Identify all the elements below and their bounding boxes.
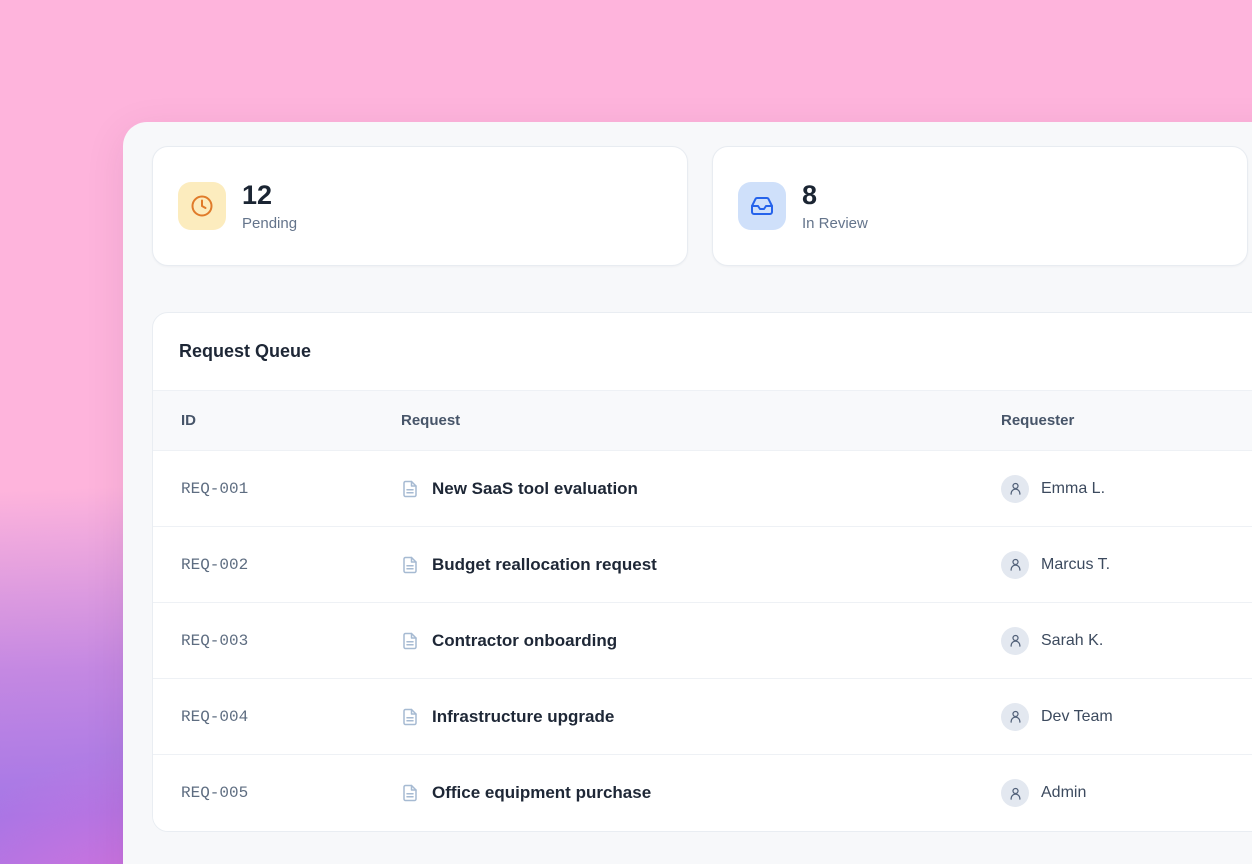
column-header-requester: Requester [1001,412,1252,429]
user-icon [1001,551,1029,579]
clock-icon [178,182,226,230]
table-row[interactable]: REQ-003 Contractor onboarding S [153,603,1252,679]
column-header-request: Request [401,412,1001,429]
user-icon [1001,779,1029,807]
requester-name: Dev Team [1041,708,1113,726]
request-title: Budget reallocation request [432,555,657,575]
table-row[interactable]: REQ-005 Office equipment purchase [153,755,1252,831]
pending-label: Pending [242,215,297,232]
requester-name: Admin [1041,784,1086,802]
in-review-count: 8 [802,180,868,211]
document-icon [401,480,419,498]
table-title-bar: Request Queue [153,313,1252,391]
table-row[interactable]: REQ-004 Infrastructure upgrade [153,679,1252,755]
request-id: REQ-004 [181,708,401,726]
requester-name: Sarah K. [1041,632,1103,650]
document-icon [401,708,419,726]
stat-card-pending: 12 Pending [152,146,688,266]
request-title: Office equipment purchase [432,783,651,803]
table-row[interactable]: REQ-001 New SaaS tool evaluation [153,451,1252,527]
request-id: REQ-005 [181,784,401,802]
stats-row: 12 Pending 8 In Review [152,146,1252,266]
requester-name: Marcus T. [1041,556,1110,574]
table-row[interactable]: REQ-002 Budget reallocation request [153,527,1252,603]
request-id: REQ-002 [181,556,401,574]
user-icon [1001,475,1029,503]
table-title: Request Queue [179,341,311,362]
document-icon [401,556,419,574]
request-id: REQ-001 [181,480,401,498]
request-queue-card: Request Queue ID Request Requester REQ-0… [152,312,1252,832]
pending-count: 12 [242,180,297,211]
document-icon [401,632,419,650]
document-icon [401,784,419,802]
table-header-row: ID Request Requester [153,391,1252,451]
requester-name: Emma L. [1041,480,1105,498]
user-icon [1001,703,1029,731]
request-id: REQ-003 [181,632,401,650]
main-panel: 12 Pending 8 In Review Request Queue ID … [123,122,1252,864]
in-review-label: In Review [802,215,868,232]
column-header-id: ID [181,412,401,429]
user-icon [1001,627,1029,655]
request-title: Infrastructure upgrade [432,707,614,727]
inbox-icon [738,182,786,230]
stat-card-in-review: 8 In Review [712,146,1248,266]
request-title: Contractor onboarding [432,631,617,651]
request-title: New SaaS tool evaluation [432,479,638,499]
